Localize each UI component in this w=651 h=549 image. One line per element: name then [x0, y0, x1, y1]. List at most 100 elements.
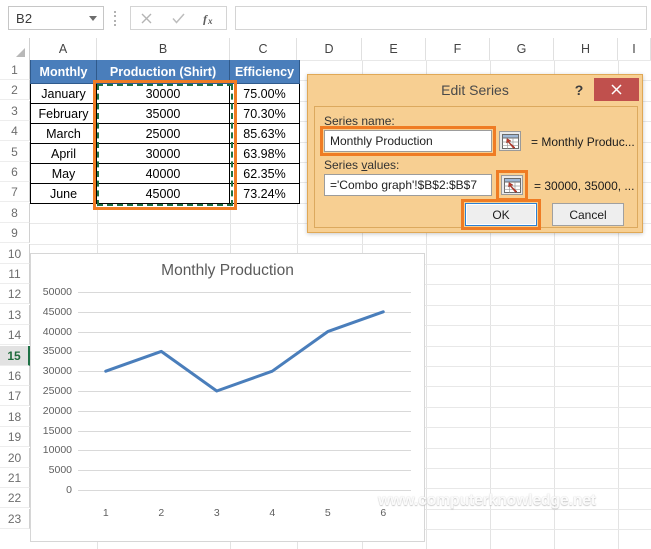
column-header-i[interactable]: I [618, 38, 651, 60]
table-cell[interactable]: 75.00% [230, 84, 300, 104]
row-header-15[interactable]: 15 [0, 345, 30, 366]
table-header-cell: Efficiency [230, 60, 300, 84]
row-header-11[interactable]: 11 [0, 264, 30, 284]
series-name-input[interactable]: Monthly Production [324, 130, 492, 152]
row-header-23[interactable]: 23 [0, 508, 30, 529]
chart-xtick-label: 3 [213, 507, 220, 519]
edit-series-dialog[interactable]: Edit Series ? Series name: Monthly Produ… [307, 74, 643, 233]
table-header-cell: Monthly [30, 60, 97, 84]
table-row[interactable]: April 30000 63.98% [30, 144, 300, 164]
chart-xtick-label: 6 [380, 507, 387, 519]
row-header-3[interactable]: 3 [0, 100, 30, 121]
table-header-row: Monthly Production (Shirt) Efficiency [30, 60, 300, 84]
column-header-a[interactable]: A [30, 38, 97, 60]
row-header-18[interactable]: 18 [0, 406, 30, 427]
row-header-14[interactable]: 14 [0, 325, 30, 346]
table-cell[interactable]: January [30, 84, 97, 104]
series-values-label: Series values: [324, 158, 400, 172]
select-all-corner[interactable] [0, 38, 30, 60]
chart-ytick-label: 30000 [42, 365, 72, 378]
range-selector-icon[interactable] [499, 131, 521, 151]
chart-ytick-label: 20000 [42, 404, 72, 417]
question-mark-icon[interactable]: ? [569, 79, 589, 101]
row-header-1[interactable]: 1 [0, 60, 30, 80]
row-header-2[interactable]: 2 [0, 80, 30, 101]
table-cell[interactable]: 85.63% [230, 124, 300, 144]
chart-ytick-label: 10000 [42, 444, 72, 457]
ok-button[interactable]: OK [465, 203, 537, 226]
table-cell[interactable]: June [30, 184, 97, 204]
chart-series-line [104, 310, 385, 393]
row-header-19[interactable]: 19 [0, 427, 30, 448]
table-row[interactable]: February 35000 70.30% [30, 104, 300, 124]
row-header-4[interactable]: 4 [0, 121, 30, 142]
series-values-input[interactable]: ='Combo graph'!$B$2:$B$7 [324, 174, 492, 196]
column-header-h[interactable]: H [554, 38, 618, 60]
chart-xtick-label: 5 [324, 507, 331, 519]
close-x-icon[interactable] [131, 7, 163, 29]
series-name-result: = Monthly Produc... [531, 135, 635, 149]
table-row[interactable]: March 25000 85.63% [30, 124, 300, 144]
cancel-button[interactable]: Cancel [552, 203, 624, 226]
table-cell[interactable]: 35000 [97, 104, 230, 124]
close-x-icon[interactable] [594, 78, 639, 101]
table-row[interactable]: June 45000 73.24% [30, 184, 300, 204]
table-cell[interactable]: 62.35% [230, 164, 300, 184]
table-row[interactable]: January 30000 75.00% [30, 84, 300, 104]
table-cell[interactable]: April [30, 144, 97, 164]
row-header-5[interactable]: 5 [0, 141, 30, 162]
formula-bar-drag-handle[interactable] [112, 11, 118, 26]
range-selector-icon[interactable] [501, 175, 523, 195]
chart-xtick-label: 4 [269, 507, 276, 519]
row-header-12[interactable]: 12 [0, 284, 30, 305]
check-icon[interactable] [163, 7, 195, 29]
dialog-body: Series name: Monthly Production = Monthl… [314, 106, 638, 230]
column-header-e[interactable]: E [362, 38, 426, 60]
table-cell[interactable]: March [30, 124, 97, 144]
table-cell[interactable]: May [30, 164, 97, 184]
chart-ytick-label: 35000 [42, 345, 72, 358]
column-header-c[interactable]: C [230, 38, 297, 60]
row-header-21[interactable]: 21 [0, 468, 30, 488]
chart-plot-area: 0 5000 10000 15000 20000 25000 30000 35000 40000… [43, 286, 411, 519]
table-cell[interactable]: February [30, 104, 97, 124]
svg-text:x: x [207, 16, 213, 25]
table-cell[interactable]: 25000 [97, 124, 230, 144]
series-name-label: Series name: [324, 114, 395, 128]
chart-title: Monthly Production [161, 262, 294, 279]
row-header-17[interactable]: 17 [0, 386, 30, 407]
column-header-b[interactable]: B [97, 38, 230, 60]
chart-object[interactable]: Monthly Production 0 5000 10000 15000 20000 2… [30, 253, 425, 542]
name-box[interactable]: B2 [8, 6, 104, 30]
row-header-22[interactable]: 22 [0, 488, 30, 509]
row-header-7[interactable]: 7 [0, 182, 30, 203]
column-header-g[interactable]: G [490, 38, 554, 60]
series-values-result: = 30000, 35000, ... [534, 179, 635, 193]
table-cell[interactable]: 30000 [97, 144, 230, 164]
row-header-13[interactable]: 13 [0, 304, 30, 325]
row-header-9[interactable]: 9 [0, 223, 30, 244]
formula-bar: B2 f x [0, 0, 651, 38]
dialog-title: Edit Series [441, 82, 509, 98]
chart-ytick-label: 45000 [42, 305, 72, 318]
row-header-16[interactable]: 16 [0, 366, 30, 386]
table-cell[interactable]: 45000 [97, 184, 230, 204]
fx-icon[interactable]: f x [194, 7, 226, 29]
row-header-10[interactable]: 10 [0, 243, 30, 264]
table-cell[interactable]: 70.30% [230, 104, 300, 124]
table-cell[interactable]: 40000 [97, 164, 230, 184]
table-cell[interactable]: 63.98% [230, 144, 300, 164]
row-header-20[interactable]: 20 [0, 447, 30, 468]
chart-ytick-label: 50000 [42, 286, 72, 298]
table-cell[interactable]: 73.24% [230, 184, 300, 204]
column-header-d[interactable]: D [297, 38, 362, 60]
chevron-down-icon[interactable] [83, 7, 103, 29]
chart-xtick-label: 1 [102, 507, 109, 519]
table-cell[interactable]: 30000 [97, 84, 230, 104]
row-header-6[interactable]: 6 [0, 162, 30, 182]
table-row[interactable]: May 40000 62.35% [30, 164, 300, 184]
formula-bar-buttons: f x [130, 6, 227, 30]
formula-input[interactable] [235, 6, 647, 30]
row-header-8[interactable]: 8 [0, 202, 30, 223]
column-header-f[interactable]: F [426, 38, 490, 60]
